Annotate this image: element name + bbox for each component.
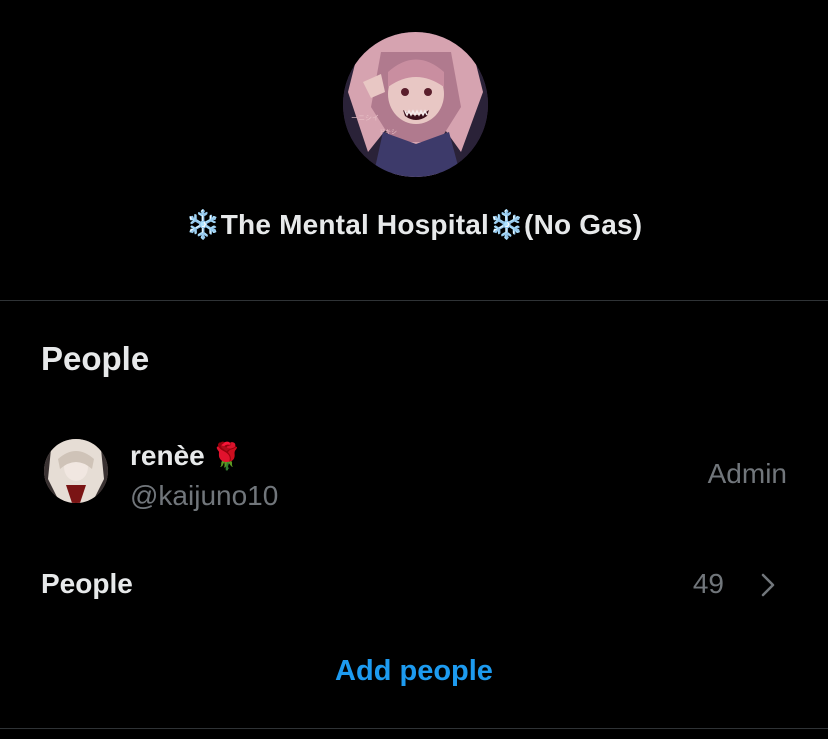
group-header: ーニシイ ドキシ ❄️The Mental Hospital❄️(No Gas)	[0, 0, 828, 300]
member-row[interactable]: renèe 🌹 @kaijuno10 Admin	[0, 430, 828, 520]
member-handle: @kaijuno10	[130, 480, 279, 511]
member-name: renèe 🌹	[130, 440, 243, 472]
group-avatar-image: ーニシイ ドキシ	[343, 32, 488, 177]
group-name: ❄️The Mental Hospital❄️(No Gas)	[185, 209, 643, 240]
member-avatar-image	[44, 439, 108, 503]
people-section-title: People	[41, 340, 150, 377]
member-role-badge: Admin	[707, 458, 787, 489]
svg-text:ドキシ: ドキシ	[379, 129, 397, 136]
footer-divider	[0, 728, 828, 729]
header-divider	[0, 300, 828, 301]
add-people-button[interactable]: Add people	[0, 655, 828, 688]
people-row-label: People	[41, 568, 133, 599]
people-list-row[interactable]: People 49	[0, 555, 828, 615]
member-avatar[interactable]	[44, 439, 108, 503]
svg-text:ーニシイ: ーニシイ	[351, 114, 379, 122]
chevron-right-icon	[761, 573, 775, 597]
rose-emoji: 🌹	[210, 441, 244, 471]
member-name-text: renèe	[130, 440, 205, 471]
people-count: 49	[692, 568, 724, 599]
group-avatar[interactable]: ーニシイ ドキシ	[343, 32, 488, 177]
